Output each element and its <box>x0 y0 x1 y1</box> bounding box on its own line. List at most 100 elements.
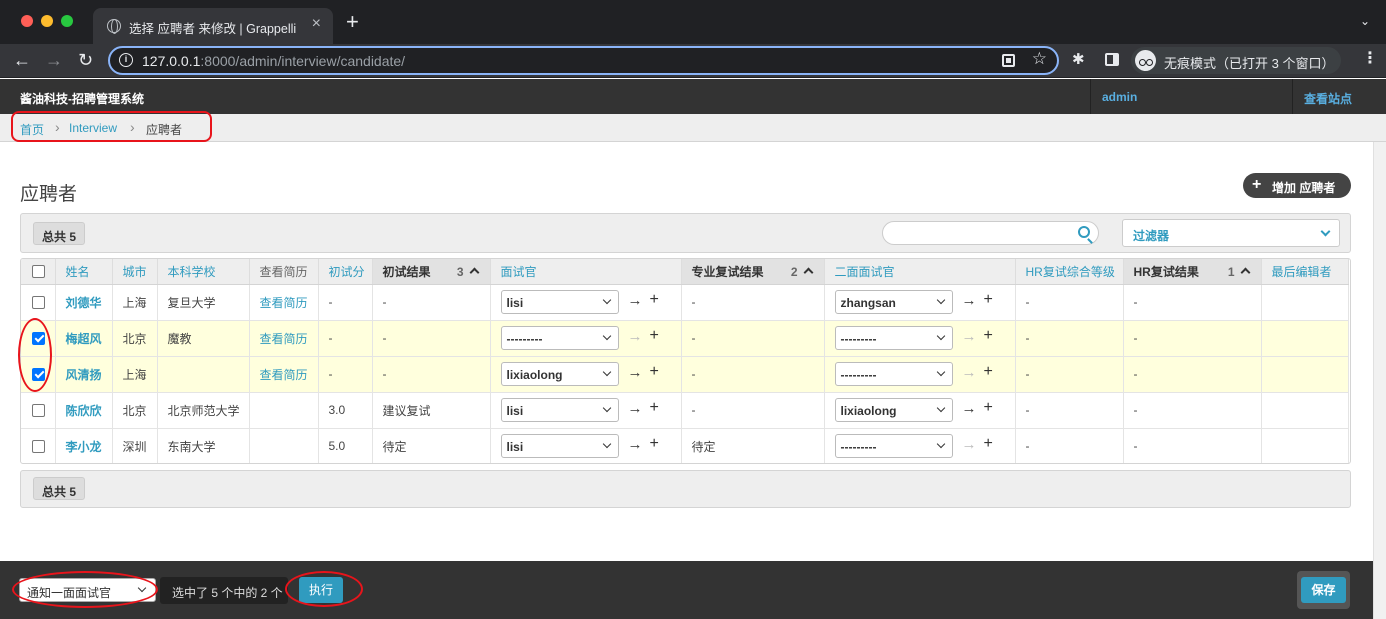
second-interviewer-value: --------- <box>840 368 877 382</box>
save-button[interactable]: 保存 <box>1301 577 1346 603</box>
address-bar[interactable]: i 127.0.0.1:8000/admin/interview/candida… <box>108 46 1059 75</box>
interviewer-select[interactable]: lisi <box>500 434 619 458</box>
page-scrollbar[interactable] <box>1373 142 1386 619</box>
plus-icon[interactable]: + <box>984 291 993 309</box>
forward-icon[interactable]: → <box>45 50 63 70</box>
select-all-checkbox[interactable] <box>32 264 45 278</box>
bookmark-star-icon[interactable]: ☆ <box>1032 49 1047 69</box>
tab-title: 选择 应聘者 来修改 | Grappelli <box>129 22 297 36</box>
side-panel-icon[interactable] <box>1105 53 1119 66</box>
column-header-school[interactable]: 本科学校 <box>157 259 250 285</box>
site-brand[interactable]: 酱油科技-招聘管理系统 <box>20 90 144 107</box>
add-candidate-button[interactable]: + 增加 应聘者 <box>1243 173 1351 198</box>
action-footer: 通知一面面试官 选中了 5 个中的 2 个 执行 保存 <box>0 561 1373 619</box>
second-interviewer-select[interactable]: lixiaolong <box>834 398 953 422</box>
browser-tab[interactable]: 选择 应聘者 来修改 | Grappelli × <box>93 8 333 44</box>
arrow-right-icon[interactable]: → <box>628 436 643 453</box>
extensions-icon[interactable]: ✱ <box>1072 50 1085 68</box>
chevron-down-icon <box>936 331 945 341</box>
column-header-interviewer[interactable]: 面试官 <box>490 259 682 285</box>
filter-dropdown[interactable]: 过滤器 <box>1122 219 1340 247</box>
qr-code-icon[interactable] <box>1002 54 1015 67</box>
row-checkbox[interactable] <box>32 295 45 309</box>
second-interviewer-select[interactable]: --------- <box>834 434 953 458</box>
interviewer-widget: lisi → + <box>500 434 671 458</box>
candidate-name-link[interactable]: 李小龙 <box>55 428 113 463</box>
candidate-name-link[interactable]: 梅超风 <box>55 320 113 357</box>
column-header-first-score[interactable]: 初试分 <box>318 259 373 285</box>
first-score-cell: - <box>318 284 373 321</box>
column-header-hr-level[interactable]: HR复试综合等级 <box>1015 259 1124 285</box>
chevron-down-icon <box>936 367 945 377</box>
plus-icon[interactable]: + <box>984 363 993 381</box>
plus-icon[interactable]: + <box>984 435 993 453</box>
view-resume-link[interactable]: 查看简历 <box>249 284 319 321</box>
maximize-window-button[interactable] <box>61 15 73 27</box>
column-header-second-interviewer[interactable]: 二面面试官 <box>824 259 1016 285</box>
tab-close-icon[interactable]: × <box>312 15 321 33</box>
arrow-right-icon: → <box>961 364 977 381</box>
plus-icon: + <box>1252 176 1262 193</box>
row-checkbox[interactable] <box>32 403 45 417</box>
interviewer-widget: lisi → + <box>500 398 671 422</box>
incognito-badge[interactable]: 无痕模式（已打开 3 个窗口） <box>1131 47 1341 74</box>
new-tab-button[interactable]: + <box>346 11 359 33</box>
back-icon[interactable]: ← <box>13 50 31 70</box>
interviewer-select[interactable]: lisi <box>500 398 619 422</box>
arrow-right-icon[interactable]: → <box>962 292 977 309</box>
plus-icon[interactable]: + <box>650 363 659 381</box>
user-menu[interactable]: admin <box>1090 79 1292 114</box>
plus-icon[interactable]: + <box>984 327 993 345</box>
column-header-second-result[interactable]: 专业复试结果 2 <box>681 259 825 285</box>
site-info-icon[interactable]: i <box>119 53 133 67</box>
view-site-link[interactable]: 查看站点 <box>1292 79 1370 114</box>
plus-icon[interactable]: + <box>650 327 659 345</box>
incognito-icon <box>1135 50 1156 71</box>
result-count[interactable]: 总共 5 <box>33 222 86 245</box>
column-header-city[interactable]: 城市 <box>112 259 158 285</box>
hr-result-cell: - <box>1123 320 1262 357</box>
view-resume-link[interactable] <box>249 392 319 429</box>
interviewer-select[interactable]: --------- <box>500 326 619 350</box>
column-header-first-result[interactable]: 初试结果 3 <box>372 259 491 285</box>
second-interviewer-select[interactable]: --------- <box>834 326 953 350</box>
column-header-hr-result[interactable]: HR复试结果 1 <box>1123 259 1262 285</box>
plus-icon[interactable]: + <box>650 435 659 453</box>
view-resume-link[interactable] <box>249 428 319 463</box>
search-icon[interactable] <box>1078 226 1090 238</box>
arrow-right-icon[interactable]: → <box>628 364 643 381</box>
column-header-name[interactable]: 姓名 <box>55 259 113 285</box>
tab-search-icon[interactable]: ⌄ <box>1360 14 1370 28</box>
plus-icon[interactable]: + <box>650 399 659 417</box>
browser-menu-icon[interactable]: ⋮ <box>1362 50 1378 68</box>
hr-level-cell: - <box>1015 320 1124 357</box>
search-input[interactable] <box>882 221 1099 245</box>
second-interviewer-value: --------- <box>840 332 877 346</box>
plus-icon[interactable]: + <box>650 291 659 309</box>
url-text[interactable]: 127.0.0.1:8000/admin/interview/candidate… <box>142 53 405 69</box>
arrow-right-icon[interactable]: → <box>962 400 977 417</box>
view-resume-link[interactable]: 查看简历 <box>249 356 319 393</box>
candidate-name-link[interactable]: 陈欣欣 <box>55 392 113 429</box>
sort-ascending-icon[interactable] <box>469 267 479 278</box>
close-window-button[interactable] <box>21 15 33 27</box>
column-header-last-editor[interactable]: 最后编辑者 <box>1261 259 1349 285</box>
candidate-name-link[interactable]: 刘德华 <box>55 284 113 321</box>
sort-ascending-icon[interactable] <box>1240 267 1250 278</box>
view-resume-link[interactable]: 查看简历 <box>249 320 319 357</box>
minimize-window-button[interactable] <box>41 15 53 27</box>
second-interviewer-select[interactable]: --------- <box>834 362 953 386</box>
result-count[interactable]: 总共 5 <box>33 477 86 500</box>
sort-ascending-icon[interactable] <box>803 267 813 278</box>
interviewer-select[interactable]: lixiaolong <box>500 362 619 386</box>
reload-icon[interactable]: ↻ <box>78 50 93 70</box>
selection-counter: 选中了 5 个中的 2 个 <box>160 577 288 604</box>
row-checkbox[interactable] <box>32 439 45 453</box>
plus-icon[interactable]: + <box>984 399 993 417</box>
arrow-right-icon[interactable]: → <box>628 292 643 309</box>
arrow-right-icon[interactable]: → <box>628 400 643 417</box>
candidate-name-link[interactable]: 风清扬 <box>55 356 113 393</box>
interviewer-select[interactable]: lisi <box>500 290 619 314</box>
school-cell <box>157 356 250 393</box>
second-interviewer-select[interactable]: zhangsan <box>834 290 953 314</box>
